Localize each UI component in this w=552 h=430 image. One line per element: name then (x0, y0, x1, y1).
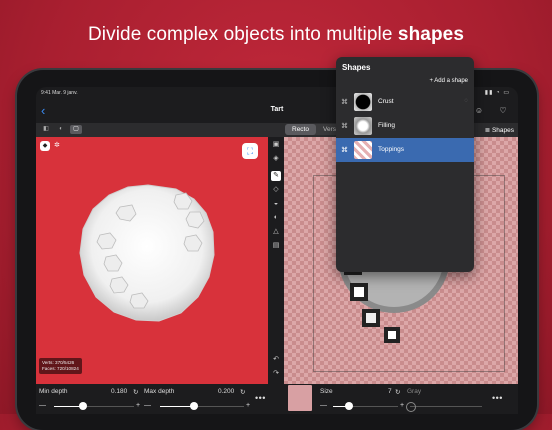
stamp-icon[interactable]: ◐ (271, 213, 281, 223)
toolbox-icon[interactable]: ▤ (271, 241, 281, 251)
max-depth-fill (160, 406, 194, 407)
max-depth-label: Max depth (144, 388, 175, 395)
shapes-popover: Shapes + Add a shape ⌘ Crust ◌ ⌘ Filling… (336, 57, 474, 272)
3d-preview-pane[interactable]: ◆ ✲ ⛶ Verts: 370/5426 Faces: 720/10824 (36, 137, 268, 384)
toppings-thumbnail (354, 141, 372, 159)
undo-icon[interactable]: ↶ (271, 355, 281, 365)
redo-icon[interactable]: ↷ (271, 369, 281, 379)
size-knob[interactable] (345, 402, 354, 410)
contrast-view-icon[interactable]: ◐ (55, 125, 67, 134)
shapes-panel-title: Shapes (342, 63, 371, 72)
gray-slider[interactable] (406, 402, 482, 412)
heart-icon[interactable]: ♡ (498, 106, 508, 116)
pencil-icon[interactable]: ✎ (271, 171, 281, 181)
min-depth-plus[interactable]: + (136, 402, 140, 409)
select-icon[interactable]: ▣ (271, 140, 281, 150)
max-depth-minus[interactable]: — (144, 402, 151, 409)
split-view-icon[interactable]: ◧ (40, 125, 52, 134)
stack-icon: ≣ (484, 127, 491, 134)
link-icon[interactable]: ⌘ (341, 98, 348, 106)
size-value: 7 (388, 388, 392, 395)
reset-icon[interactable]: ↻ (133, 388, 138, 396)
faces-count: Faces: 720/10824 (42, 366, 79, 371)
link-icon[interactable]: ⌘ (341, 146, 348, 154)
shape-row-filling[interactable]: ⌘ Filling (336, 114, 474, 138)
shape-label: Filling (378, 122, 395, 129)
size-slider[interactable] (333, 402, 398, 410)
mesh-stats: Verts: 370/5426 Faces: 720/10824 (39, 358, 82, 374)
shape-row-crust[interactable]: ⌘ Crust ◌ (336, 90, 474, 114)
size-label: Size (320, 388, 333, 395)
max-depth-value: 0.200 (218, 388, 235, 395)
shape-row-toppings[interactable]: ⌘ Toppings (336, 138, 474, 162)
texture-swatch[interactable] (288, 385, 312, 411)
single-view-icon[interactable]: ▢ (70, 125, 82, 134)
gray-label: Gray (407, 388, 422, 395)
headline-bold-word: shapes (397, 24, 465, 45)
max-depth-slider[interactable] (160, 402, 244, 410)
min-depth-value: 0.180 (111, 388, 128, 395)
add-shape-button[interactable]: + Add a shape (429, 78, 468, 84)
min-depth-knob[interactable] (78, 402, 87, 410)
size-minus[interactable]: — (320, 402, 327, 409)
shapes-button[interactable]: ≣ Shapes (485, 126, 514, 134)
crust-thumbnail (354, 93, 372, 111)
tab-recto[interactable]: Recto (285, 124, 316, 135)
view-mode-buttons: ◧ ◐ ▢ (40, 125, 82, 134)
shape-label: Crust (378, 98, 394, 105)
tool-column: ▣ ◈ ✎ ◇ ◒ ◐ △ ▤ ↶ ↷ (268, 137, 284, 384)
eraser-icon[interactable]: ◇ (271, 185, 281, 195)
link-icon[interactable]: ⌘ (341, 122, 348, 130)
headline: Divide complex objects into multiple sha… (0, 24, 552, 46)
min-depth-label: Min depth (39, 388, 68, 395)
face-icon[interactable]: ☺ (474, 106, 484, 116)
min-depth-slider[interactable] (54, 402, 134, 410)
warning-icon[interactable]: △ (271, 227, 281, 237)
more-icon[interactable]: ••• (255, 393, 266, 403)
headline-text: Divide complex objects into multiple (87, 24, 398, 45)
size-plus[interactable]: + (400, 402, 404, 409)
max-depth-plus[interactable]: + (246, 402, 250, 409)
shape-label: Toppings (378, 146, 405, 153)
min-depth-minus[interactable]: — (39, 402, 46, 409)
reset-icon[interactable]: ↻ (240, 388, 245, 396)
lasso-icon[interactable]: ◈ (271, 154, 281, 164)
status-icons: ▮▮ ◔ ▭ (484, 90, 510, 96)
tart-3d-model (79, 184, 215, 322)
max-depth-knob[interactable] (189, 402, 198, 410)
status-time: 9:41 Mar. 9 janv. (41, 90, 78, 96)
filling-thumbnail (354, 117, 372, 135)
shapes-button-label: Shapes (491, 127, 514, 134)
visibility-icon[interactable]: ◌ (464, 98, 468, 104)
gray-knob[interactable] (406, 402, 416, 412)
reset-icon[interactable]: ↻ (395, 388, 400, 396)
bottom-controls: Min depth 0.180 ↻ — + Max depth 0.200 ↻ … (36, 384, 518, 414)
more-icon[interactable]: ••• (492, 393, 503, 403)
fill-icon[interactable]: ◒ (271, 199, 281, 209)
